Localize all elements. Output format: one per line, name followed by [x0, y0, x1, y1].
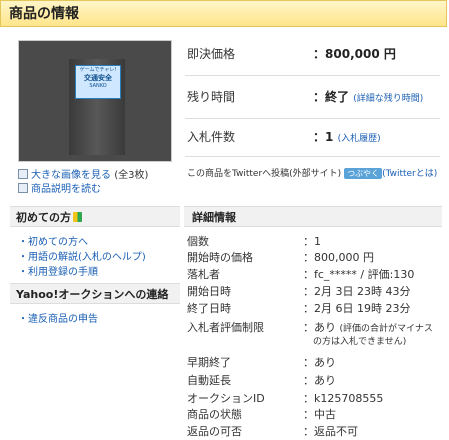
divider [185, 118, 440, 119]
detail-label: 開始日時 [187, 285, 231, 298]
product-thumbnail[interactable]: ゲームでチャレ! 交通安全 SANKO [18, 40, 172, 162]
beginner-item[interactable]: ・用語の解説(入札のヘルプ) [18, 248, 146, 263]
section-title: 商品の情報 [9, 6, 79, 22]
contact-title: Yahoo!オークションへの連絡 [16, 288, 169, 301]
tweet-button[interactable]: つぶやく [344, 168, 383, 179]
twitter-help-link[interactable]: (Twitterとは) [382, 169, 437, 179]
bid-history-link[interactable]: (入札履歴) [338, 134, 381, 144]
time-value: ：終了 (詳細な残り時間) [313, 90, 424, 104]
time-detail-link[interactable]: (詳細な残り時間) [353, 94, 423, 104]
detail-value: ：2月 6日 19時 23分 [303, 302, 411, 315]
detail-value: ：k125708555 [303, 392, 384, 405]
detail-value-text: k125708555 [314, 392, 384, 405]
details-header: 詳細情報 [184, 206, 442, 227]
detail-note-line: の方は入札できません) [313, 334, 406, 347]
detail-label: 開始時の価格 [187, 251, 253, 264]
beginner-title: 初めての方 [16, 211, 71, 224]
divider [185, 75, 440, 76]
twitter-text: この商品をTwitterへ投稿(外部サイト) [187, 169, 342, 179]
detail-value: ：あり (評価の合計がマイナス [303, 321, 433, 334]
description-row: 商品説明を読む [18, 180, 101, 195]
time-label: 残り時間 [187, 90, 236, 104]
detail-value: ：fc_***** / 評価:130 [303, 268, 415, 281]
twitter-row: この商品をTwitterへ投稿(外部サイト) つぶやく (Twitterとは) [187, 166, 437, 179]
description-link[interactable]: 商品説明を読む [31, 184, 101, 195]
beginner-header: 初めての方 [10, 206, 180, 227]
package-line-2: 交通安全 [84, 74, 112, 82]
detail-value: ：2月 3日 23時 43分 [303, 285, 411, 298]
price-amount: 800,000 円 [325, 47, 396, 61]
detail-value: ：あり [303, 374, 336, 387]
large-image-row: 大きな画像を見る (全3枚) [18, 166, 148, 181]
section-header: 商品の情報 [0, 0, 447, 27]
contact-item[interactable]: ・違反商品の申告 [18, 310, 98, 325]
price-value: ：800,000 円 [313, 47, 396, 61]
package-line-1: ゲームでチャレ! [79, 67, 117, 73]
detail-label: 返品の可否 [187, 425, 242, 438]
bids-label: 入札件数 [187, 130, 236, 144]
detail-value-text: 中古 [314, 408, 336, 421]
detail-label: 個数 [187, 235, 209, 248]
detail-label: 自動延長 [187, 374, 231, 387]
detail-label: オークションID [187, 392, 265, 405]
winner-value[interactable]: fc_***** / 評価:130 [314, 268, 414, 281]
beginner-item-label: 利用登録の手順 [28, 267, 98, 278]
detail-label: 落札者 [187, 268, 220, 281]
details-title: 詳細情報 [192, 211, 236, 224]
package-label: ゲームでチャレ! 交通安全 SANKO [75, 65, 121, 99]
bidder-limit-note: (評価の合計がマイナス [339, 324, 433, 334]
bids-count: 1 [325, 130, 334, 144]
beginner-item-label: 初めての方へ [28, 237, 88, 248]
detail-value-text: 2月 6日 19時 23分 [314, 302, 411, 315]
bids-value: ：1 (入札履歴) [313, 130, 381, 144]
detail-label: 入札者評価制限 [187, 321, 264, 334]
detail-value-text: 2月 3日 23時 43分 [314, 285, 411, 298]
contact-header: Yahoo!オークションへの連絡 [10, 283, 180, 304]
contact-item-label: 違反商品の申告 [28, 314, 98, 325]
bidder-limit-note-2: の方は入札できません) [313, 337, 407, 347]
beginner-item[interactable]: ・初めての方へ [18, 233, 88, 248]
beginner-item[interactable]: ・利用登録の手順 [18, 263, 98, 278]
package-line-3: SANKO [89, 83, 107, 89]
divider [185, 156, 440, 157]
detail-value: ：返品不可 [303, 425, 358, 438]
detail-value: ：あり [303, 356, 336, 369]
detail-value: ：中古 [303, 408, 336, 421]
detail-value: ：1 [303, 235, 321, 248]
book-icon [18, 183, 28, 193]
time-status: 終了 [325, 90, 350, 104]
detail-value: ：800,000 円 [303, 251, 374, 264]
price-label: 即決価格 [187, 47, 236, 61]
detail-value-text: 1 [314, 235, 321, 248]
magnifier-icon [18, 169, 28, 179]
detail-value-text: あり [314, 356, 336, 369]
detail-value-text: あり [314, 321, 336, 334]
beginner-item-label: 用語の解説(入札のヘルプ) [28, 252, 146, 263]
image-count: (全3枚) [114, 170, 149, 181]
beginner-mark-icon [73, 212, 82, 222]
detail-label: 商品の状態 [187, 408, 242, 421]
detail-value-text: 800,000 円 [314, 251, 374, 264]
detail-label: 早期終了 [187, 356, 231, 369]
detail-value-text: あり [314, 374, 336, 387]
detail-label: 終了日時 [187, 302, 231, 315]
detail-value-text: 返品不可 [314, 425, 358, 438]
